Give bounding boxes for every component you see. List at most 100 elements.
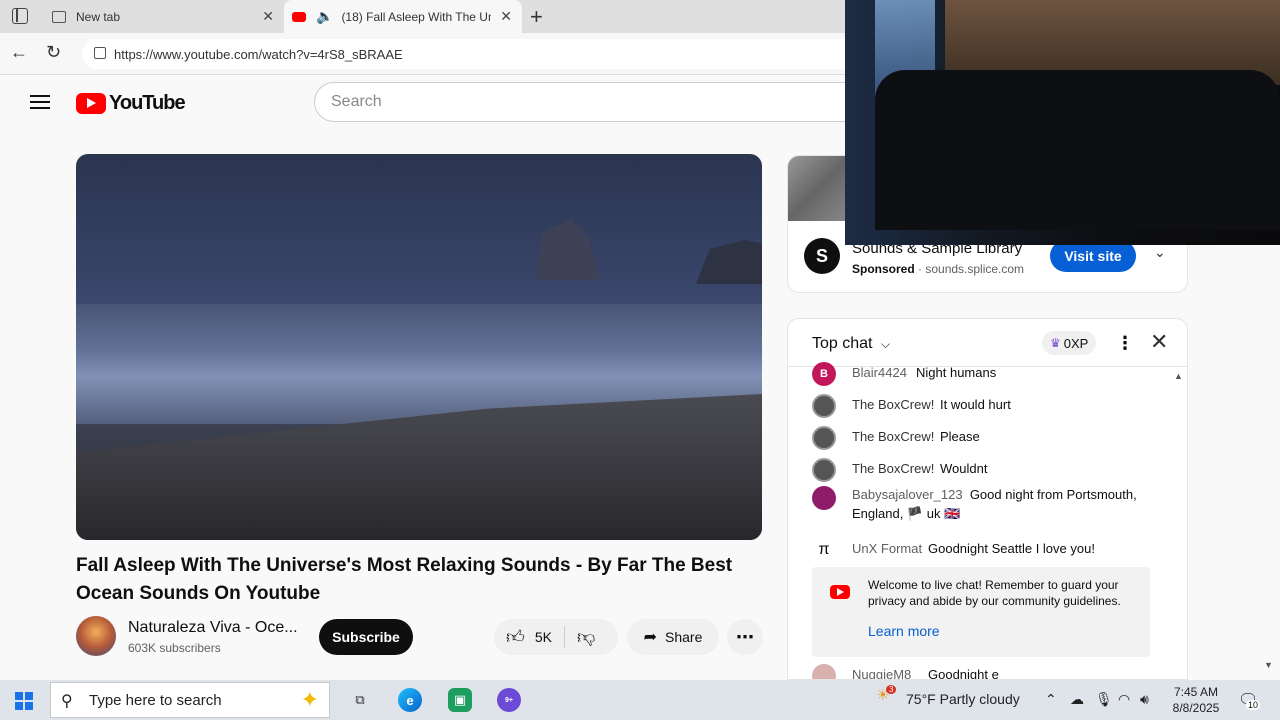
search-placeholder: Search (331, 93, 382, 110)
url-input[interactable]: https://www.youtube.com/watch?v=4rS8_sBR… (82, 39, 882, 69)
subscriber-count: 603K subscribers (128, 641, 221, 655)
search-input[interactable]: Search (314, 82, 854, 122)
close-chat-icon[interactable]: ✕ (1150, 329, 1168, 355)
ad-banner-image (788, 156, 848, 221)
weather-badge: 3 (886, 685, 897, 694)
search-icon: ⚲ (61, 693, 73, 710)
chat-text: It would hurt (940, 397, 1011, 412)
windows-start-icon[interactable] (15, 692, 33, 710)
xp-value: 0XP (1063, 335, 1089, 351)
chat-author[interactable]: The BoxCrew! (852, 461, 934, 476)
chat-avatar (812, 426, 836, 450)
learn-more-link[interactable]: Learn more (868, 623, 940, 639)
webcam-overlay (845, 0, 1280, 245)
workspaces-icon[interactable] (12, 8, 28, 24)
chat-welcome-banner: Welcome to live chat! Remember to guard … (812, 567, 1150, 657)
ad-subtitle: Sponsored · sounds.splice.com (852, 262, 1025, 276)
like-dislike-group: 👍︎ 5K 👎︎ (494, 619, 618, 655)
tab-close-icon[interactable]: ✕ (500, 8, 512, 25)
webcam-couch (875, 70, 1280, 230)
chat-menu-dots-icon[interactable]: ⋮ (1116, 333, 1134, 354)
chat-author[interactable]: The BoxCrew! (852, 429, 934, 444)
clock-time: 7:45 AM (1173, 685, 1219, 699)
cloud-icon[interactable]: ☁ (1070, 691, 1084, 708)
scroll-up-arrow-icon[interactable]: ▲ (1174, 371, 1183, 381)
xp-badge[interactable]: ♛ 0XP (1042, 331, 1097, 355)
chat-author[interactable]: UnX Format (852, 541, 922, 556)
messaging-app-icon[interactable]: 9+ (497, 688, 521, 712)
chat-author[interactable]: Blair4424 (852, 365, 907, 380)
tab-label: (18) Fall Asleep With The Universe's Mos… (341, 9, 492, 24)
chevron-down-icon: ⌵ (880, 337, 891, 351)
chat-text: Night humans (916, 365, 997, 380)
subscribe-button[interactable]: Subscribe (319, 619, 413, 655)
system-clock[interactable]: 7:45 AM 8/8/2025 (1164, 684, 1228, 716)
url-text: https://www.youtube.com/watch?v=4rS8_sBR… (114, 46, 403, 62)
taskbar: ⚲ Type here to search ✦ ⧉ e ▣ 9+ ☀ 3 75°… (0, 680, 1280, 720)
video-frame-rock (535, 220, 600, 280)
ad-domain: sounds.splice.com (925, 262, 1025, 276)
tab-new-tab[interactable]: New tab ✕ (44, 0, 284, 33)
sparkle-icon: ✦ (300, 687, 319, 712)
youtube-favicon-icon (292, 11, 306, 22)
chevron-down-icon[interactable]: ⌄ (1154, 244, 1166, 261)
channel-name[interactable]: Naturaleza Viva - Oce... (128, 619, 298, 637)
wifi-icon[interactable]: ◠ (1118, 691, 1130, 708)
chat-avatar: π (812, 538, 836, 562)
microphone-icon[interactable]: 🎙︎ (1095, 691, 1113, 708)
task-view-icon[interactable]: ⧉ (348, 688, 372, 712)
chat-text: Goodnight Seattle I love you! (928, 541, 1095, 556)
share-arrow-icon: ➦ (643, 629, 658, 646)
chat-author[interactable]: The BoxCrew! (852, 397, 934, 412)
tab-youtube[interactable]: 🔈 (18) Fall Asleep With The Universe's M… (284, 0, 522, 33)
new-tab-plus-icon[interactable]: + (530, 4, 543, 30)
taskbar-search-input[interactable]: ⚲ Type here to search ✦ (50, 682, 330, 718)
clock-date: 8/8/2025 (1172, 701, 1220, 715)
edge-browser-icon[interactable]: e (398, 688, 422, 712)
refresh-icon[interactable]: ↻ (46, 42, 61, 63)
thumbs-up-icon[interactable]: 👍︎ (506, 626, 525, 648)
app-store-icon[interactable]: ▣ (448, 688, 472, 712)
youtube-logo[interactable]: YouTube (76, 92, 186, 115)
youtube-play-logo-icon (76, 93, 106, 114)
chat-text: Wouldnt (940, 461, 988, 476)
volume-icon[interactable]: 🔊︎ (1140, 691, 1149, 708)
hamburger-menu-icon[interactable] (30, 95, 50, 109)
chat-header: Top chat ⌵ ♛ 0XP ⋮ ✕ (788, 319, 1187, 367)
weather-text[interactable]: 75°F Partly cloudy (906, 691, 1020, 707)
chat-text: Goodnight e (928, 667, 999, 680)
welcome-text: Welcome to live chat! Remember to guard … (868, 578, 1121, 608)
app-badge: 9+ (505, 696, 513, 704)
back-arrow-icon[interactable]: ← (10, 42, 28, 63)
chat-author[interactable]: Babysajalover_123 (852, 487, 963, 502)
taskbar-search-placeholder: Type here to search (89, 691, 222, 709)
chevron-up-icon[interactable]: ⌃ (1045, 691, 1057, 708)
tab-label: New tab (76, 9, 121, 24)
chat-mode-selector[interactable]: Top chat ⌵ (812, 335, 890, 353)
scroll-down-arrow-icon[interactable]: ▼ (1264, 660, 1273, 670)
live-chat-panel: Top chat ⌵ ♛ 0XP ⋮ ✕ ▲ B Blair4424 Night… (787, 318, 1188, 680)
chat-message-body: Babysajalover_123 Good night from Portsm… (812, 485, 1152, 523)
thumbs-down-icon[interactable]: 👎︎ (577, 626, 595, 648)
tab-page-icon (52, 10, 66, 23)
speaker-icon[interactable]: 🔈 (316, 8, 333, 25)
video-frame-rock (696, 240, 762, 284)
channel-avatar[interactable] (76, 616, 116, 656)
sponsored-label: Sponsored (852, 262, 915, 276)
chat-text: Please (940, 429, 980, 444)
divider (563, 626, 565, 648)
like-count[interactable]: 5K (535, 629, 552, 645)
share-label: Share (665, 629, 703, 645)
notification-count: 10 (1246, 700, 1261, 710)
video-player[interactable] (76, 154, 762, 540)
crown-icon: ♛ (1050, 336, 1061, 350)
splice-logo-icon: S (804, 238, 840, 274)
more-actions-button[interactable]: ⋯ (727, 619, 763, 655)
share-button[interactable]: ➦ Share (627, 619, 719, 655)
site-info-icon[interactable] (94, 47, 106, 59)
chat-avatar (812, 394, 836, 418)
chat-avatar: B (812, 362, 836, 386)
youtube-logo-icon (830, 585, 850, 599)
tab-close-icon[interactable]: ✕ (262, 8, 274, 25)
chat-author[interactable]: NuggieM8 (852, 667, 911, 679)
